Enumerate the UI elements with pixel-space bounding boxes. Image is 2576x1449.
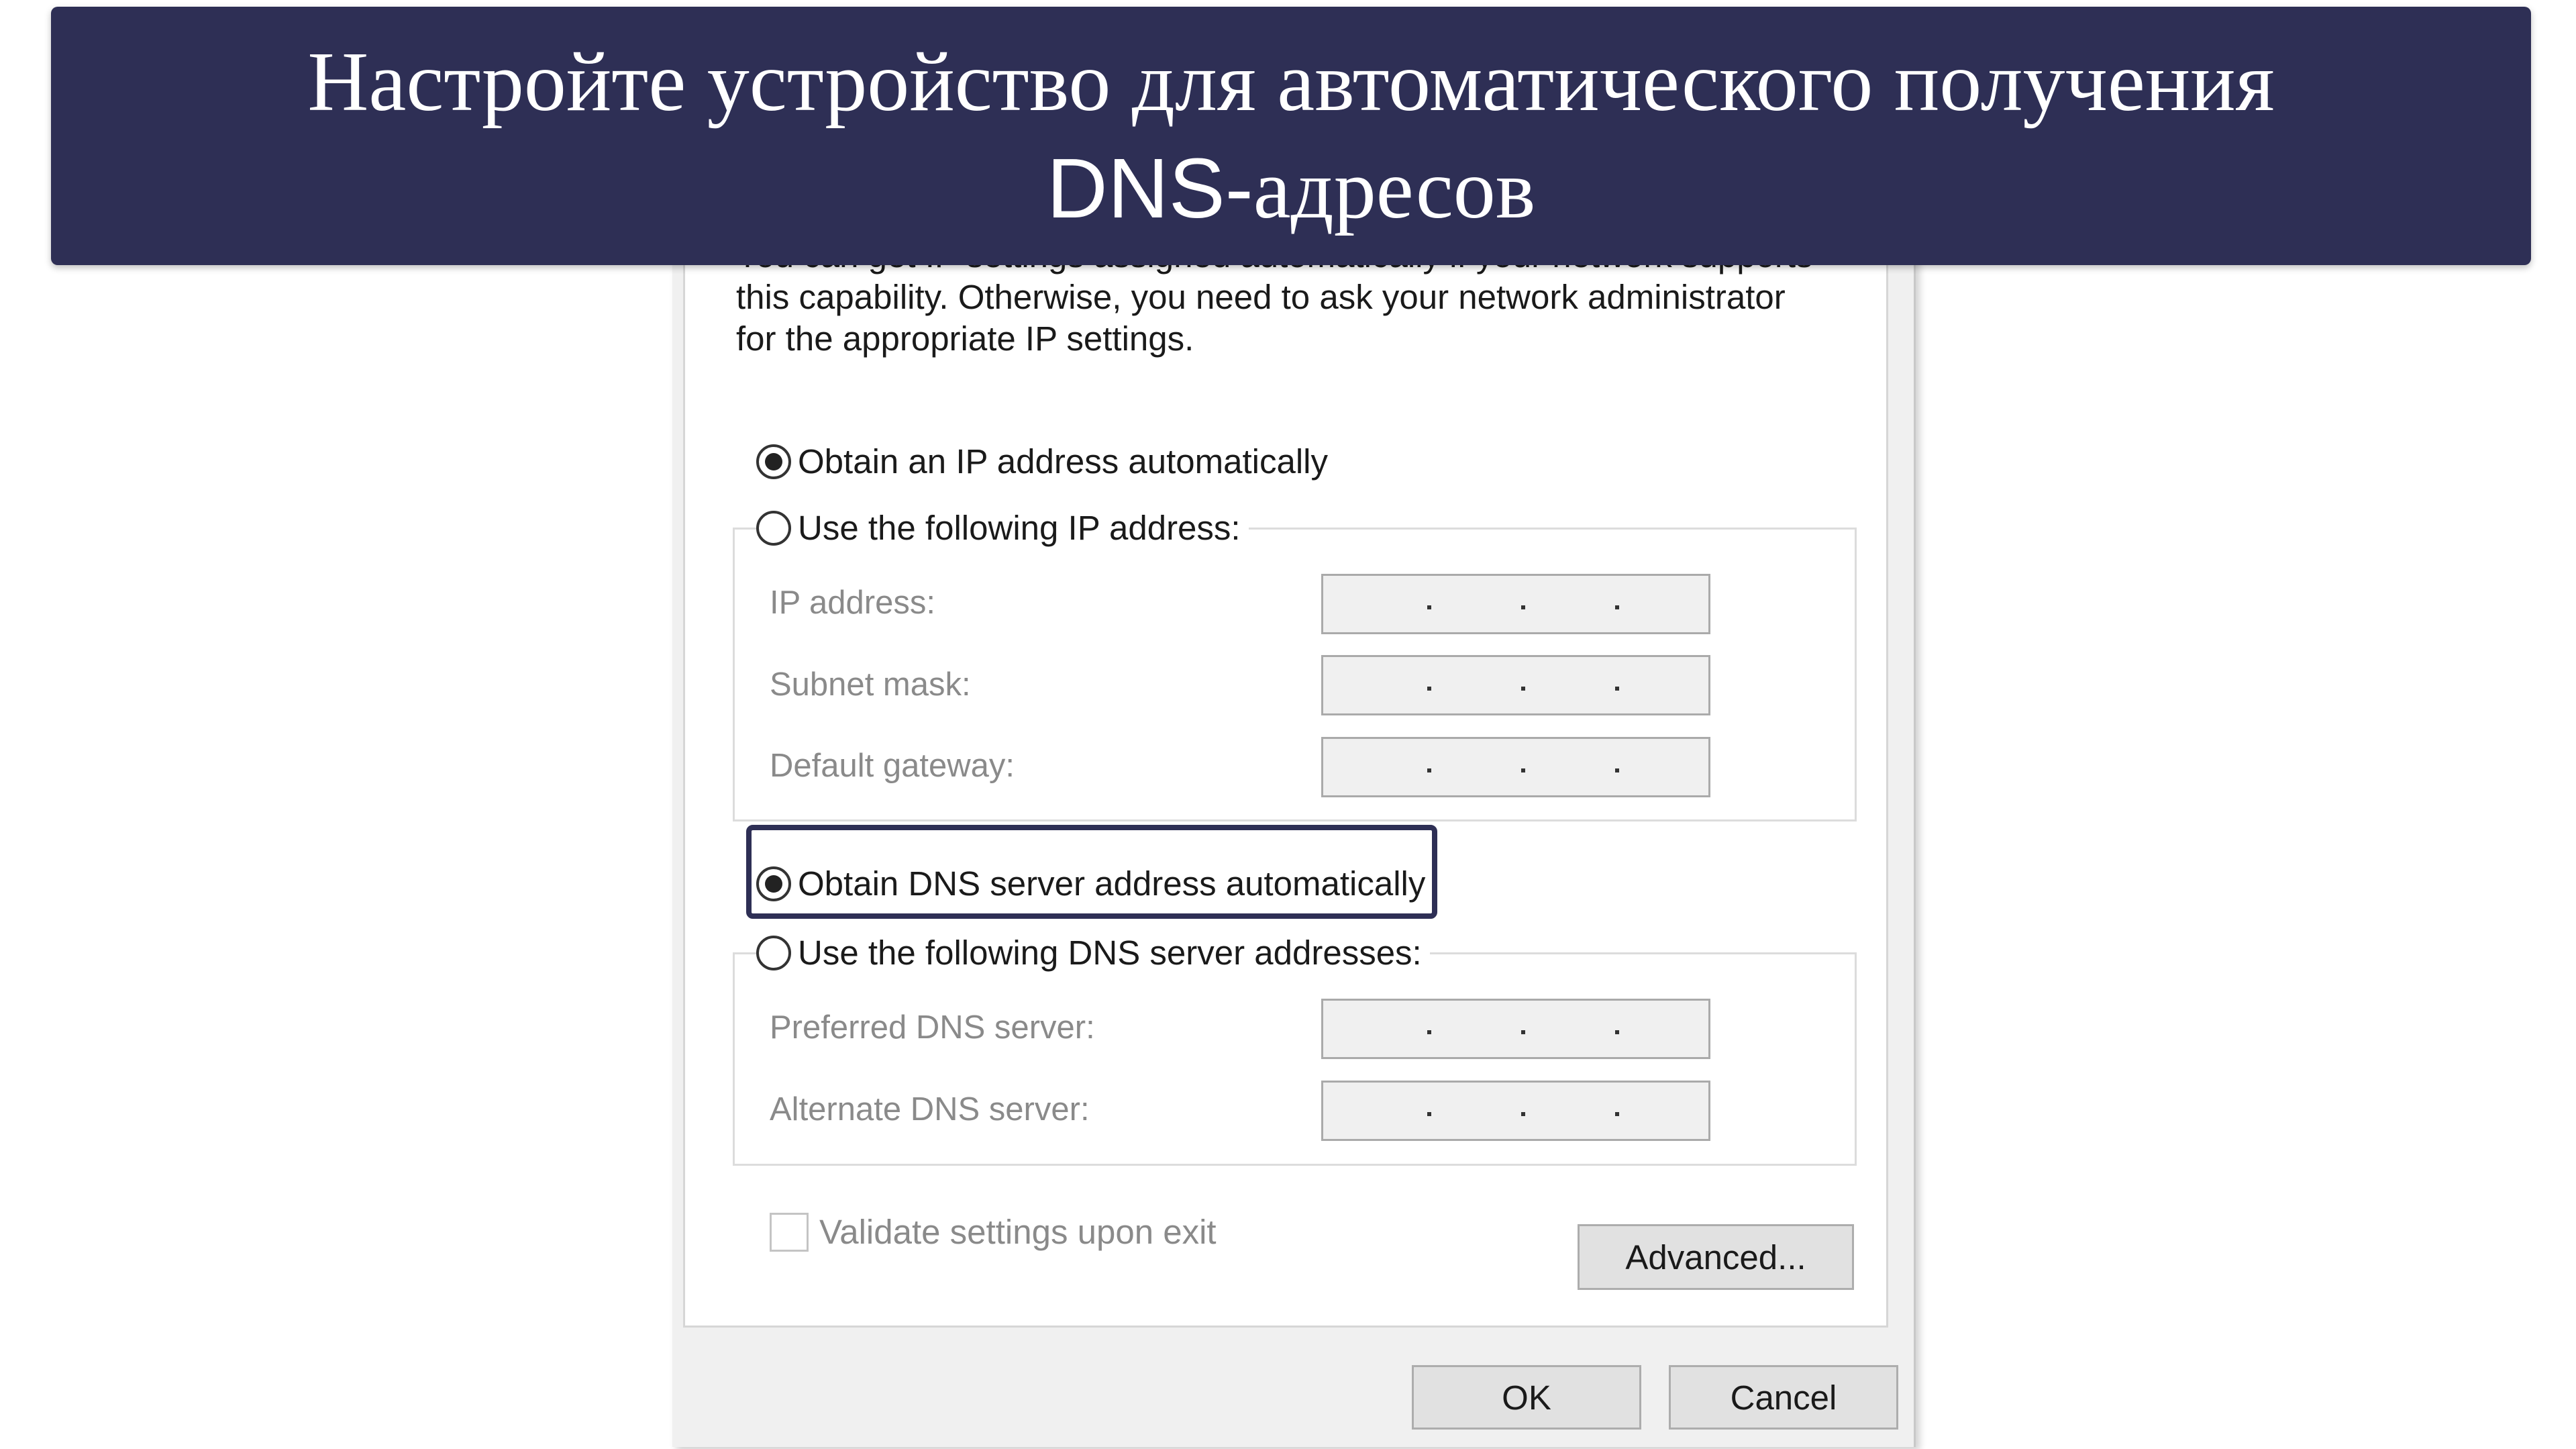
use-following-dns-label: Use the following DNS server addresses: (798, 934, 1422, 972)
radio-selected-icon (756, 444, 791, 479)
radio-selected-icon (756, 866, 791, 901)
ip-address-input[interactable] (1321, 574, 1710, 634)
cancel-button[interactable]: Cancel (1669, 1365, 1898, 1430)
alternate-dns-input[interactable] (1321, 1081, 1710, 1141)
preferred-dns-label: Preferred DNS server: (770, 1009, 1095, 1046)
page: Настройте устройство для автоматического… (0, 0, 2576, 1449)
ip-address-label: IP address: (770, 585, 935, 621)
validate-settings-label: Validate settings upon exit (819, 1213, 1217, 1251)
checkbox-unchecked-icon (770, 1212, 809, 1252)
ok-button[interactable]: OK (1412, 1365, 1641, 1430)
alternate-dns-label: Alternate DNS server: (770, 1091, 1090, 1128)
subnet-mask-input[interactable] (1321, 655, 1710, 715)
use-following-dns-radio[interactable]: Use the following DNS server addresses: (756, 933, 1430, 972)
use-following-ip-label: Use the following IP address: (798, 509, 1241, 547)
default-gateway-label: Default gateway: (770, 748, 1015, 784)
banner-title-line-1: Настройте устройство для автоматического… (307, 35, 2275, 129)
radio-unselected-icon (756, 510, 791, 546)
radio-unselected-icon (756, 935, 791, 970)
validate-settings-checkbox[interactable]: Validate settings upon exit (770, 1212, 1217, 1252)
title-banner: Настройте устройство для автоматического… (51, 7, 2531, 265)
preferred-dns-input[interactable] (1321, 999, 1710, 1059)
banner-dns-text: DNS- (1046, 140, 1253, 236)
intro-line-3: for the appropriate IP settings. (736, 319, 1194, 358)
use-following-ip-radio[interactable]: Use the following IP address: (756, 508, 1249, 548)
subnet-mask-label: Subnet mask: (770, 666, 971, 703)
banner-title-line-2: DNS-адресов (1047, 136, 1536, 243)
advanced-button[interactable]: Advanced... (1578, 1224, 1854, 1290)
obtain-dns-automatically-label: Obtain DNS server address automatically (798, 864, 1426, 903)
obtain-dns-automatically-radio[interactable]: Obtain DNS server address automatically (756, 864, 1433, 903)
intro-line-2: this capability. Otherwise, you need to … (736, 278, 1786, 316)
default-gateway-input[interactable] (1321, 737, 1710, 797)
obtain-ip-automatically-radio[interactable]: Obtain an IP address automatically (756, 442, 1337, 481)
banner-title-rest: адресов (1253, 142, 1536, 236)
obtain-ip-automatically-label: Obtain an IP address automatically (798, 442, 1329, 481)
